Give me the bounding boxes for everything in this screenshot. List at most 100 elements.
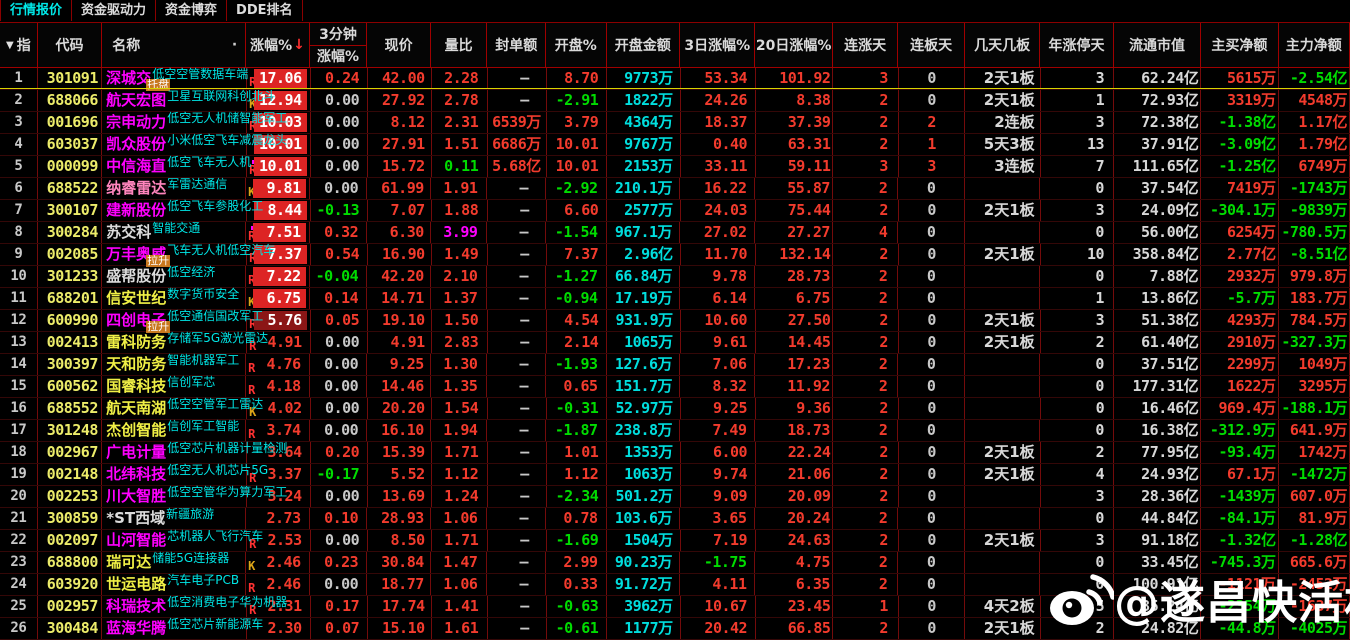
cell-stock-code: 300107 [38,200,103,221]
header-stock-name[interactable]: 名称· [102,23,246,67]
cell-row-index: 5 [0,156,38,177]
cell-stock-code: 002253 [38,486,103,507]
header-consecutive-limit-days[interactable]: 连板天 [898,23,965,67]
stock-name-text: 盛帮股份 [102,266,166,287]
cell-seal-amount: — [487,178,546,199]
cell-consecutive-limit-days: 0 [899,530,965,551]
stock-name-text: 雷科防务 [102,332,166,353]
table-header-row: ▼指代码名称·涨幅%↓3分钟涨幅%现价量比封单额开盘%开盘金额3日涨幅%20日涨… [0,23,1350,68]
pct-change-value: 4.02 [267,398,301,419]
header-open-pct[interactable]: 开盘% [546,23,607,67]
cell-last-price: 15.72 [368,156,431,177]
cell-open-pct: -1.93 [546,354,607,375]
menu-tab-4[interactable]: DDE排名 [227,0,302,21]
cell-stock-code: 002097 [38,530,103,551]
cell-pct-change-3min: 0.24 [311,68,369,89]
cell-main-buy-net: 969.4万 [1201,398,1278,419]
cell-pct-change-3min: 0.00 [310,178,368,199]
cell-days-boards [965,398,1040,419]
cell-main-force-net: 6749万 [1279,156,1350,177]
cell-main-buy-net: -3.09亿 [1201,134,1278,155]
cell-stock-code: 688066 [38,90,103,111]
cell-row-index: 25 [0,596,38,617]
cell-pct-change-3min: -0.04 [310,266,368,287]
cell-seal-amount: — [487,288,546,309]
cell-seal-amount: — [487,354,546,375]
cell-stock-code: 688201 [38,288,103,309]
cell-last-price: 27.92 [368,90,431,111]
cell-pct-3day: 3.65 [680,508,755,529]
cell-main-buy-net: -312.9万 [1201,420,1278,441]
header-pct-3day[interactable]: 3日涨幅% [680,23,755,67]
header-main-force-net[interactable]: 主力净额 [1279,23,1350,67]
header-stock-code[interactable]: 代码 [38,23,103,67]
cell-days-boards: 2天1板 [965,332,1040,353]
cell-consecutive-limit-days: 0 [899,398,965,419]
cell-open-pct: 4.54 [547,310,608,331]
cell-year-limit-up-days: 2 [1041,332,1114,353]
cell-main-force-net: -8.51亿 [1279,244,1350,265]
cell-volume-ratio: 1.50 [432,310,489,331]
cell-row-index: 4 [0,134,38,155]
cell-pct-change-3min: 0.00 [311,90,369,111]
cell-consecutive-limit-days: 3 [899,156,965,177]
cell-main-buy-net: 5615万 [1201,68,1278,89]
header-pct-change[interactable]: 涨幅%↓ [246,23,310,67]
cell-pct-3day: 8.32 [680,376,755,397]
menu-tab-2[interactable]: 资金驱动力 [72,0,156,21]
cell-consecutive-up-days: 2 [833,90,899,111]
cell-consecutive-limit-days: 0 [899,200,965,221]
cell-pct-change-3min: 0.20 [311,442,369,463]
cell-consecutive-limit-days: 0 [898,222,964,243]
cell-consecutive-limit-days: 0 [898,552,964,573]
cell-year-limit-up-days: 3 [1041,112,1114,133]
cell-pct-3day: 27.02 [680,222,755,243]
menu-tab-3[interactable]: 资金博弈 [156,0,227,21]
header-pin[interactable]: ▼指 [0,23,38,67]
concept-note: 小米低空飞车减震龙头 [167,130,287,151]
cell-pct-3day: 4.11 [680,574,755,595]
cell-open-amount: 1504万 [607,530,680,551]
header-days-boards[interactable]: 几天几板 [965,23,1040,67]
cell-consecutive-up-days: 1 [833,596,899,617]
header-pct-20day[interactable]: 20日涨幅% [755,23,832,67]
cell-float-market-cap: 37.54亿 [1114,178,1201,199]
stock-quote-screen: { "menu": { "items": [ {"label": "行情报价",… [0,0,1350,629]
header-seal-amount[interactable]: 封单额 [487,23,546,67]
header-year-limit-up-days[interactable]: 年涨停天 [1040,23,1113,67]
concept-note: 军雷达通信 [167,174,227,195]
cell-pct-20day: 21.06 [756,464,833,485]
cell-seal-amount: — [487,376,546,397]
header-float-market-cap[interactable]: 流通市值 [1114,23,1201,67]
cell-last-price: 9.25 [367,354,431,375]
header-last-price[interactable]: 现价 [367,23,431,67]
header-consecutive-up-days[interactable]: 连涨天 [833,23,899,67]
cell-consecutive-limit-days: 0 [898,178,964,199]
watermark-handle: @遂昌快活林 [1114,566,1350,631]
cell-last-price: 15.39 [368,442,431,463]
menu-tab-1[interactable]: 行情报价 [0,0,72,21]
cell-seal-amount: — [487,266,546,287]
header-open-amount[interactable]: 开盘金额 [607,23,680,67]
cell-pct-3day: -1.75 [680,552,755,573]
cell-volume-ratio: 1.49 [432,244,489,265]
cell-consecutive-up-days: 2 [833,112,899,133]
cell-pct-20day: 18.73 [755,420,832,441]
cell-float-market-cap: 24.93亿 [1114,464,1201,485]
cell-main-force-net: 641.9万 [1279,420,1350,441]
cell-open-amount: 210.1万 [607,178,680,199]
cell-row-index: 9 [0,244,38,265]
header-pct-change-3min[interactable]: 3分钟涨幅% [310,23,368,67]
header-volume-ratio[interactable]: 量比 [431,23,488,67]
cell-volume-ratio: 1.91 [431,178,488,199]
stock-row[interactable]: 7300107建新股份低空飞车参股化工8.44-0.137.071.88—6.6… [0,200,1350,222]
pct-change-value: 4.76 [266,354,300,375]
cell-main-force-net: 1742万 [1279,442,1350,463]
cell-stock-code: 688800 [38,552,103,573]
cell-days-boards [965,574,1040,595]
header-main-buy-net[interactable]: 主买净额 [1201,23,1278,67]
cell-volume-ratio: 1.71 [432,442,489,463]
cell-open-pct: 0.65 [546,376,607,397]
cell-pct-change: R10.01 [247,156,310,177]
cell-year-limit-up-days: 3 [1041,530,1114,551]
